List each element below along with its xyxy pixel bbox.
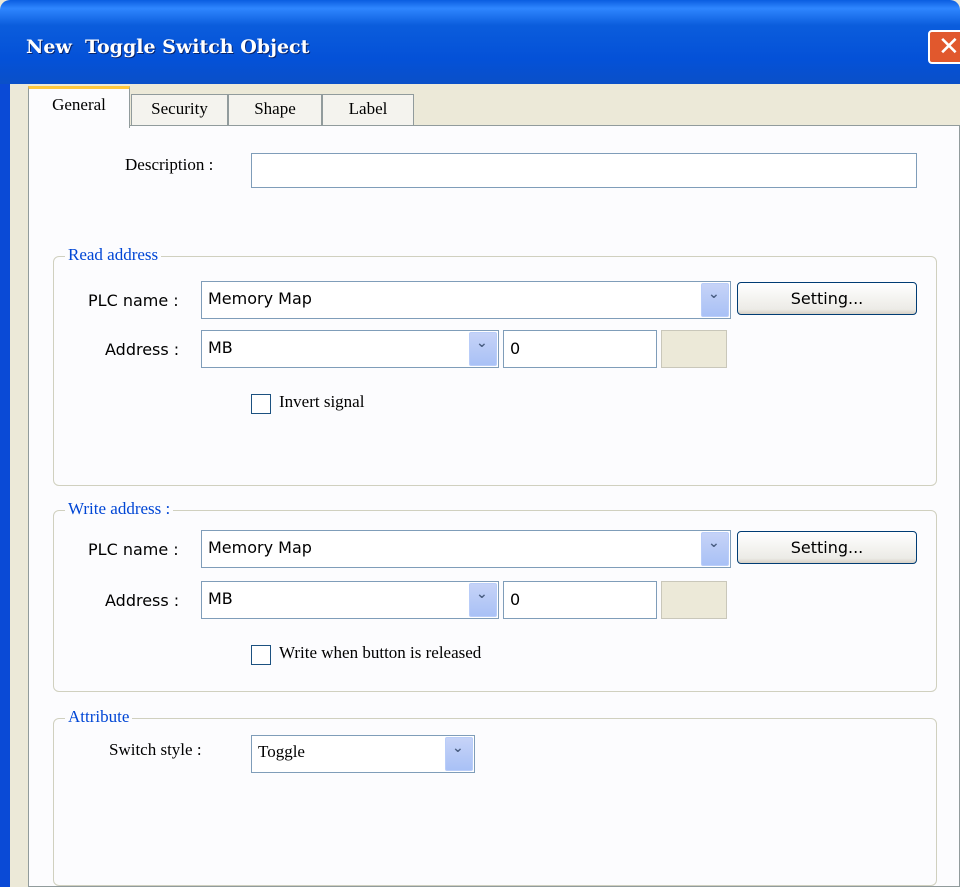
read-plc-name-select[interactable]: Memory Map ⌄	[201, 281, 731, 319]
tab-label[interactable]: Label	[322, 94, 414, 125]
switch-style-select[interactable]: Toggle ⌄	[251, 735, 475, 773]
write-plc-name-label: PLC name :	[88, 540, 179, 559]
invert-signal-label[interactable]: Invert signal	[279, 392, 364, 412]
read-address-title: Read address	[65, 245, 162, 265]
tab-panel-general: Description : Read address PLC name : Me…	[28, 125, 960, 887]
window-frame-left	[0, 84, 10, 887]
invert-signal-checkbox[interactable]	[251, 394, 271, 414]
tab-shape[interactable]: Shape	[228, 94, 322, 125]
switch-style-label: Switch style :	[109, 740, 202, 759]
chevron-down-icon[interactable]: ⌄	[445, 737, 473, 771]
write-address-label: Address :	[105, 591, 180, 610]
chevron-down-icon[interactable]: ⌄	[469, 332, 497, 366]
read-address-input[interactable]: 0	[503, 330, 657, 368]
write-setting-button[interactable]: Setting...	[737, 531, 917, 564]
write-plc-name-select[interactable]: Memory Map ⌄	[201, 530, 731, 568]
close-button[interactable]: ✕	[928, 30, 960, 64]
attribute-title: Attribute	[65, 707, 133, 727]
read-setting-button[interactable]: Setting...	[737, 282, 917, 315]
chevron-down-icon[interactable]: ⌄	[701, 532, 729, 566]
dialog-window: New Toggle Switch Object ✕ General Secur…	[0, 0, 960, 887]
tab-general[interactable]: General	[28, 86, 130, 128]
read-plc-name-label: PLC name :	[88, 291, 179, 310]
write-when-released-checkbox[interactable]	[251, 645, 271, 665]
read-address-type-select[interactable]: MB ⌄	[201, 330, 499, 368]
write-address-title: Write address :	[65, 499, 174, 519]
read-address-extra-field	[661, 330, 727, 368]
read-address-label: Address :	[105, 340, 180, 359]
tab-security[interactable]: Security	[131, 94, 228, 125]
title-bar[interactable]: New Toggle Switch Object ✕	[0, 0, 960, 84]
close-icon: ✕	[938, 32, 960, 62]
write-when-released-label[interactable]: Write when button is released	[279, 643, 481, 663]
window-title: New Toggle Switch Object	[26, 36, 310, 58]
chevron-down-icon[interactable]: ⌄	[469, 583, 497, 617]
chevron-down-icon[interactable]: ⌄	[701, 283, 729, 317]
write-address-input[interactable]: 0	[503, 581, 657, 619]
description-label: Description :	[125, 155, 214, 174]
description-input[interactable]	[251, 153, 917, 188]
write-address-extra-field	[661, 581, 727, 619]
write-address-type-select[interactable]: MB ⌄	[201, 581, 499, 619]
